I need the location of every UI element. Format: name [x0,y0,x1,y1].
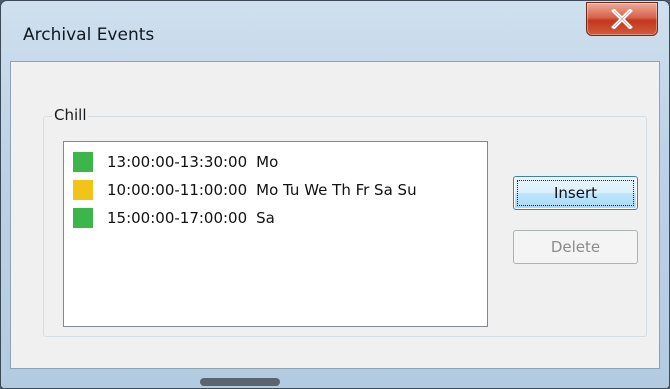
event-time: 15:00:00-17:00:00 [107,209,248,227]
event-days: Sa [256,209,275,227]
taskbar-shadow [200,378,280,386]
title-bar[interactable]: Archival Events [1,1,669,59]
insert-button-label: Insert [553,184,598,202]
insert-button[interactable]: Insert [513,176,638,210]
list-item[interactable]: 13:00:00-13:30:00 Mo [73,151,278,173]
archival-events-window: Archival Events Chill 13:00:00-13:30:00 … [0,0,670,389]
event-color-swatch [73,180,93,200]
chill-groupbox: Chill 13:00:00-13:30:00 Mo 10:00:00-11:0… [43,106,647,337]
dialog-client-area: Chill 13:00:00-13:30:00 Mo 10:00:00-11:0… [10,61,660,369]
window-title: Archival Events [23,25,155,45]
event-color-swatch [73,208,93,228]
events-listbox[interactable]: 13:00:00-13:30:00 Mo 10:00:00-11:00:00 M… [63,141,488,327]
close-button[interactable] [586,2,658,36]
list-item[interactable]: 10:00:00-11:00:00 Mo Tu We Th Fr Sa Su [73,179,417,201]
event-time: 13:00:00-13:30:00 [107,153,248,171]
delete-button[interactable]: Delete [513,230,638,264]
event-time: 10:00:00-11:00:00 [107,181,248,199]
event-days: Mo [256,153,279,171]
event-color-swatch [73,152,93,172]
list-item[interactable]: 15:00:00-17:00:00 Sa [73,207,275,229]
event-days: Mo Tu We Th Fr Sa Su [256,181,417,199]
group-label: Chill [52,106,89,124]
close-icon [611,9,633,29]
